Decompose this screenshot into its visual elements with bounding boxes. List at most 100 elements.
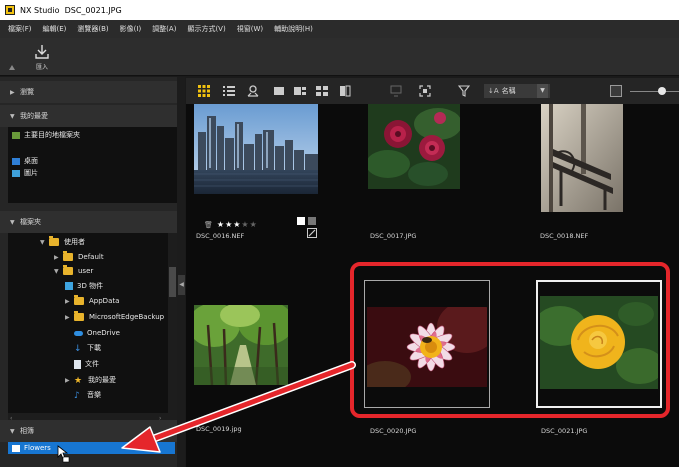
menu-browser[interactable]: 瀏覽器(B)	[77, 24, 108, 34]
star-rating[interactable]: 🗑 ★ ★ ★ ★ ★	[204, 220, 257, 229]
menu-window[interactable]: 視窗(W)	[237, 24, 263, 34]
tree-item-label: 我的最愛	[88, 376, 116, 384]
thumbnail-image-tree-path	[194, 305, 288, 385]
display-mode-icon[interactable]	[390, 85, 402, 97]
favorite-item[interactable]: 主要目的地檔案夾	[8, 129, 178, 141]
albums-section-header[interactable]: ▼ 相簿	[0, 420, 177, 442]
menu-view[interactable]: 顯示方式(V)	[187, 24, 225, 34]
selection-highlight-annotation	[350, 262, 670, 418]
tree-item-onedrive[interactable]: OneDrive	[74, 326, 120, 340]
favorite-label: 圖片	[24, 169, 38, 177]
thumbnail-size-slider[interactable]	[630, 91, 679, 92]
download-arrow-icon: ↓	[74, 343, 82, 354]
thumbnail-filename: DSC_0019.jpg	[196, 425, 242, 433]
browse-section-header[interactable]: ▶ 瀏覽	[0, 81, 177, 103]
slider-knob[interactable]	[658, 87, 666, 95]
thumbnail-size-button[interactable]	[610, 85, 622, 97]
tree-item-microsoftedgebackup[interactable]: ▶ MicrosoftEdgeBackup	[65, 310, 164, 324]
favorites-list: 主要目的地檔案夾 桌面 圖片	[8, 127, 178, 203]
collapse-arrow-icon: ▼	[10, 427, 15, 435]
albums-title: 相簿	[20, 427, 34, 435]
star-icon[interactable]: ★	[233, 220, 240, 229]
thumbnail-image-park-bench	[541, 104, 623, 212]
expanded-arrow-icon: ▼	[40, 238, 45, 246]
thumbnail-item[interactable]: DSC_0019.jpg	[194, 274, 318, 433]
tree-item-label: 下載	[87, 344, 101, 352]
tree-item-label: 文件	[85, 360, 99, 368]
favorite-item[interactable]: 桌面	[8, 155, 178, 167]
tree-item-label: AppData	[89, 297, 120, 305]
star-icon[interactable]: ★	[217, 220, 224, 229]
thumbnail-filename: DSC_0021.JPG	[541, 427, 588, 435]
map-view-icon[interactable]	[247, 85, 259, 97]
single-image-view-icon[interactable]	[273, 85, 285, 97]
star-icon[interactable]: ★	[241, 220, 248, 229]
compare-view-icon[interactable]	[316, 85, 328, 97]
document-icon	[74, 359, 81, 369]
filmstrip-view-icon[interactable]	[294, 85, 306, 97]
folders-section-header[interactable]: ▼ 檔案夾	[0, 211, 177, 233]
panel-splitter[interactable]: ◀	[177, 77, 185, 467]
menu-file[interactable]: 檔案(F)	[8, 24, 32, 34]
cloud-icon	[74, 330, 83, 336]
folder-tree-scrollbar[interactable]	[168, 233, 177, 413]
tree-item-users[interactable]: ▼ 使用者	[40, 235, 85, 249]
favorite-label: 桌面	[24, 157, 38, 165]
tree-item-label: MicrosoftEdgeBackup	[89, 313, 165, 321]
filter-icon[interactable]	[458, 85, 470, 97]
scrollbar-thumb[interactable]	[169, 267, 176, 297]
thumbnail-item[interactable]: DSC_0018.NEF	[540, 104, 665, 244]
main-toolbar: 匯入	[0, 38, 679, 76]
side-by-side-view-icon[interactable]	[339, 85, 351, 97]
tree-item-label: 音樂	[87, 391, 101, 399]
label-color-icon[interactable]	[297, 217, 305, 225]
star-icon[interactable]: ★	[225, 220, 232, 229]
menu-edit[interactable]: 編輯(E)	[43, 24, 67, 34]
menu-image[interactable]: 影像(I)	[120, 24, 142, 34]
tree-item-documents[interactable]: 文件	[74, 357, 99, 371]
thumbnail-filename: DSC_0017.JPG	[370, 232, 417, 240]
star-icon: ★	[74, 375, 83, 386]
menu-bar: 檔案(F) 編輯(E) 瀏覽器(B) 影像(I) 調整(A) 顯示方式(V) 視…	[0, 20, 679, 38]
thumbnail-filename: DSC_0018.NEF	[540, 232, 589, 240]
edited-icon	[307, 228, 317, 238]
tree-item-downloads[interactable]: ↓ 下載	[74, 341, 101, 355]
protect-icon[interactable]	[308, 217, 316, 225]
desktop-icon	[12, 157, 20, 165]
window-title: NX Studio DSC_0021.JPG	[20, 6, 122, 15]
favorites-section-header[interactable]: ▼ 我的最愛	[0, 105, 177, 127]
collapsed-arrow-icon: ▶	[65, 297, 70, 305]
trash-icon[interactable]: 🗑	[204, 221, 213, 229]
thumbnail-item[interactable]: DSC_0017.JPG	[368, 104, 492, 244]
collapsed-arrow-icon: ▶	[65, 313, 70, 321]
tree-item-3d-objects[interactable]: 3D 物件	[65, 279, 103, 293]
tree-item-appdata[interactable]: ▶ AppData	[65, 294, 119, 308]
folder-icon	[63, 265, 73, 275]
menu-adjust[interactable]: 調整(A)	[152, 24, 176, 34]
tree-item-music[interactable]: ♪ 音樂	[74, 388, 101, 402]
thumbnail-item[interactable]: 🗑 ★ ★ ★ ★ ★ DSC_0016.NEF	[194, 104, 318, 240]
favorite-label: 主要目的地檔案夾	[24, 131, 80, 139]
thumbnail-filename: DSC_0016.NEF	[196, 232, 245, 240]
folders-title: 檔案夾	[20, 218, 41, 226]
collapse-toolbar-icon[interactable]	[9, 65, 15, 70]
browse-title: 瀏覽	[20, 88, 34, 96]
favorite-item[interactable]: 圖片	[8, 167, 178, 179]
list-view-icon[interactable]	[223, 85, 235, 97]
album-item-flowers[interactable]: Flowers	[8, 442, 175, 454]
3d-object-icon	[65, 282, 73, 290]
thumbnail-grid: 🗑 ★ ★ ★ ★ ★ DSC_0016.NEF DSC_0017.JPG DS…	[186, 104, 679, 467]
star-icon[interactable]: ★	[250, 220, 257, 229]
tree-item-user[interactable]: ▼ user	[54, 264, 93, 278]
tree-item-default[interactable]: ▶ Default	[54, 250, 104, 264]
album-label: Flowers	[24, 444, 51, 452]
folder-icon	[74, 311, 84, 321]
fit-to-screen-icon[interactable]	[419, 85, 431, 97]
tree-item-favorites[interactable]: ▶ ★ 我的最愛	[65, 373, 116, 387]
sort-dropdown[interactable]: ↓A 名稱 ▼	[484, 84, 550, 98]
thumbnail-grid-view-icon[interactable]	[198, 85, 210, 97]
collapse-panel-icon[interactable]: ◀	[178, 275, 185, 295]
menu-help[interactable]: 輔助說明(H)	[274, 24, 313, 34]
folder-icon	[63, 251, 73, 261]
import-button[interactable]: 匯入	[28, 44, 56, 74]
